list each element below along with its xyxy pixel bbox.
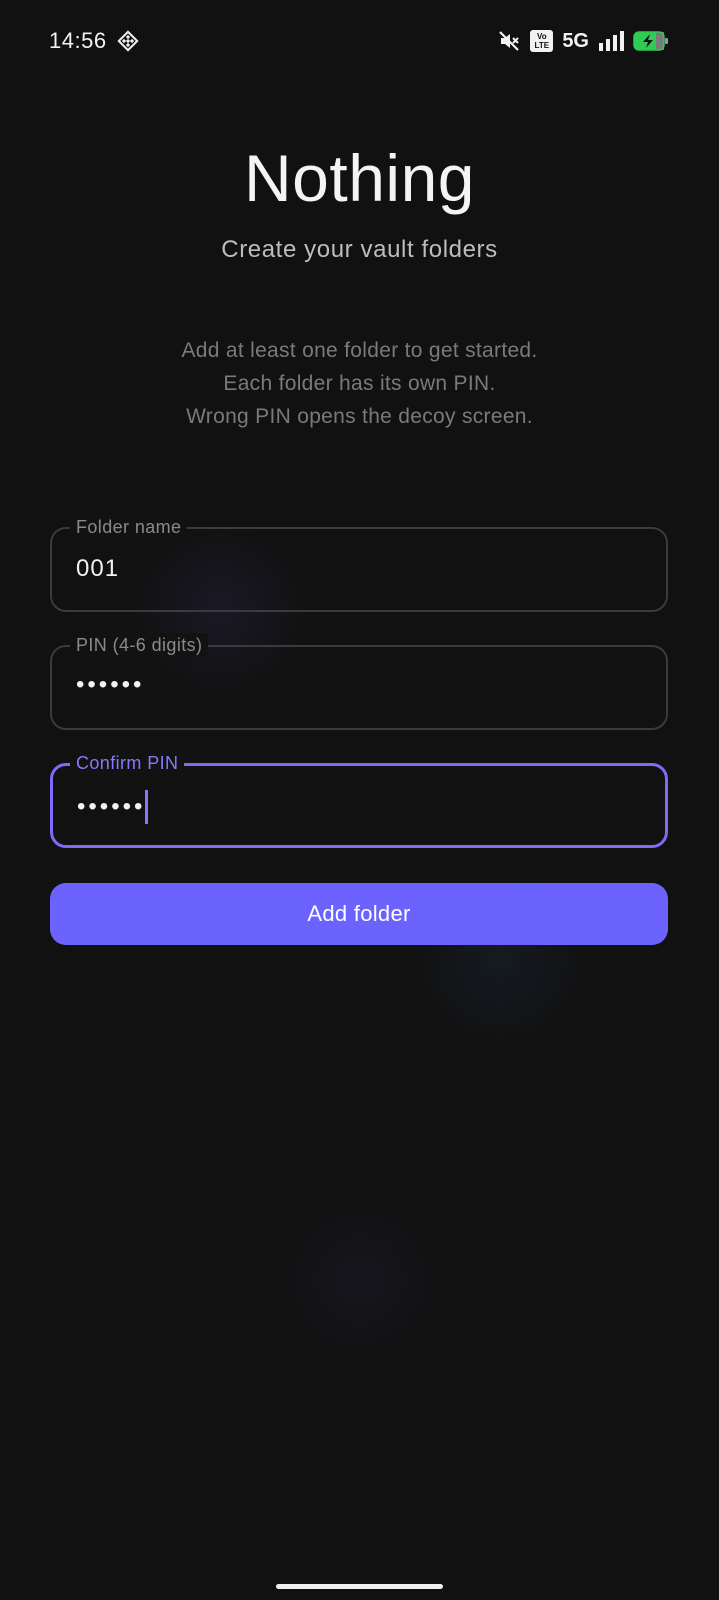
status-icons: Vo LTE 5G [497, 28, 669, 54]
help-text: Add at least one folder to get started. … [0, 334, 719, 433]
volte-line1: Vo [536, 32, 547, 41]
signal-bars-icon [598, 30, 624, 52]
page-subtitle: Create your vault folders [221, 236, 498, 263]
help-line: Wrong PIN opens the decoy screen. [186, 405, 533, 428]
text-cursor [145, 790, 149, 824]
confirm-pin-input: •••••• [77, 790, 149, 824]
help-line: Each folder has its own PIN. [223, 372, 496, 395]
confirm-pin-field[interactable]: Confirm PIN •••••• [50, 751, 668, 848]
mute-icon [497, 29, 521, 53]
volte-line2: LTE [534, 41, 550, 50]
status-time: 14:56 [49, 28, 107, 53]
status-bar: 14:56 Vo LTE 5G [0, 0, 719, 84]
add-folder-button[interactable]: Add folder [50, 883, 668, 945]
network-type: 5G [562, 29, 589, 52]
pin-value: •••••• [76, 671, 145, 698]
volte-icon: Vo LTE [530, 30, 554, 52]
home-indicator[interactable] [276, 1584, 443, 1589]
pin-label: PIN (4-6 digits) [70, 633, 209, 657]
app-title: Nothing [244, 141, 475, 215]
confirm-pin-value: •••••• [77, 793, 146, 820]
help-line: Add at least one folder to get started. [181, 339, 538, 362]
folder-name-label: Folder name [70, 515, 188, 539]
folder-name-value: 001 [76, 555, 120, 582]
screen: 14:56 Vo LTE 5G Nothing Create your vaul… [0, 0, 719, 1600]
diamond-grid-icon [117, 30, 139, 52]
pin-field[interactable]: PIN (4-6 digits) •••••• [50, 633, 668, 730]
battery-charging-icon [633, 30, 669, 52]
folder-name-field[interactable]: Folder name 001 [50, 515, 668, 612]
confirm-pin-label: Confirm PIN [70, 751, 185, 775]
